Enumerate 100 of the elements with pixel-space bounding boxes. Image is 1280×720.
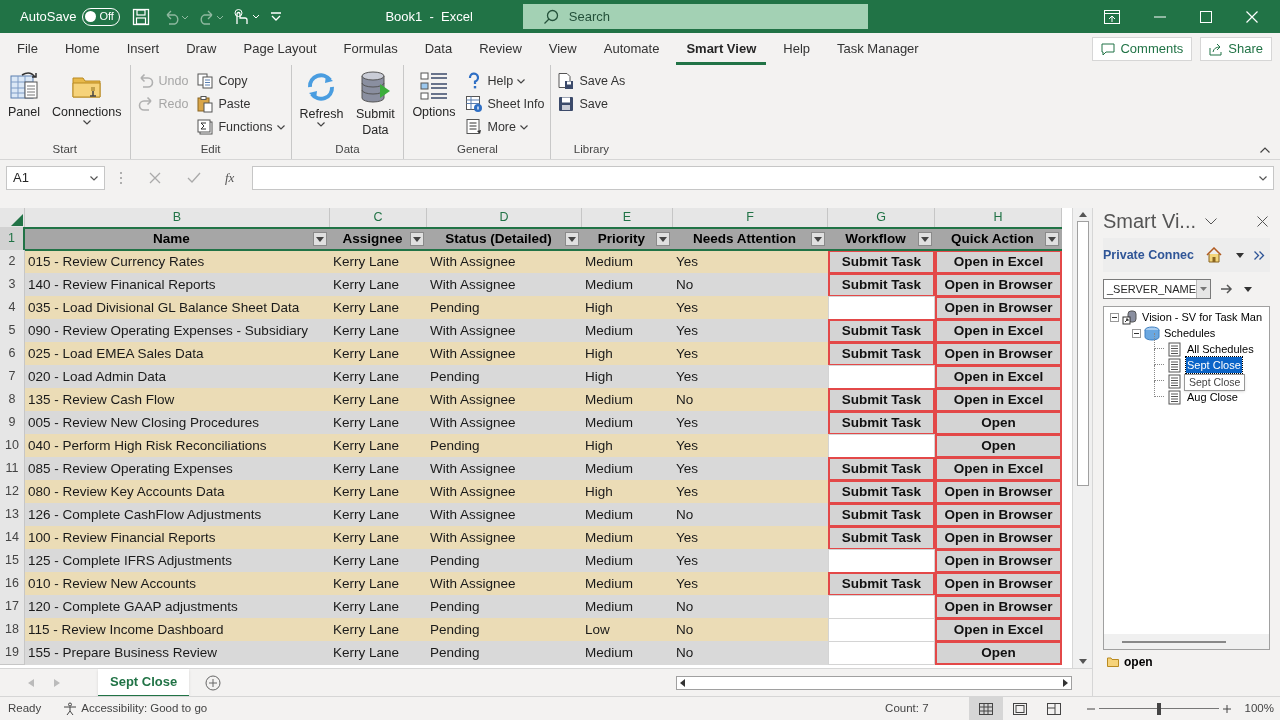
- chevron-down-icon[interactable]: [1205, 217, 1217, 225]
- action-cell[interactable]: Submit Task: [828, 388, 935, 413]
- column-header[interactable]: C: [330, 208, 427, 228]
- ribbon-tab[interactable]: Draw: [176, 33, 227, 65]
- collapse-ribbon-icon[interactable]: [1260, 147, 1270, 153]
- ribbon-button[interactable]: Submit Data: [351, 70, 400, 141]
- ribbon-tab[interactable]: Insert: [116, 33, 170, 65]
- ribbon-tab[interactable]: Smart View: [676, 33, 767, 65]
- zoom-in-icon[interactable]: [1222, 704, 1231, 713]
- check-icon[interactable]: [187, 172, 201, 184]
- ribbon-tab[interactable]: Page Layout: [233, 33, 327, 65]
- action-cell[interactable]: Open in Browser: [935, 549, 1062, 574]
- row-number[interactable]: 2: [0, 250, 25, 275]
- action-cell[interactable]: Submit Task: [828, 480, 935, 505]
- ribbon-button[interactable]: Copy: [194, 71, 287, 91]
- vertical-scrollbar[interactable]: [1072, 208, 1092, 668]
- action-cell[interactable]: Submit Task: [828, 250, 935, 275]
- collapse-icon[interactable]: [1110, 312, 1119, 322]
- filter-button[interactable]: [1045, 232, 1059, 246]
- add-sheet-icon[interactable]: [205, 674, 222, 691]
- action-cell[interactable]: Submit Task: [828, 572, 935, 597]
- row-number[interactable]: 18: [0, 618, 25, 643]
- action-cell[interactable]: Open in Excel: [935, 388, 1062, 413]
- zoom-level[interactable]: 100%: [1244, 699, 1274, 718]
- row-number[interactable]: 4: [0, 296, 25, 321]
- tree-item[interactable]: All Schedules: [1186, 340, 1255, 358]
- tree-item[interactable]: Vision - SV for Task Man: [1141, 308, 1264, 326]
- scrollbar-thumb[interactable]: [1076, 221, 1089, 486]
- column-header[interactable]: G: [828, 208, 935, 228]
- column-header[interactable]: E: [582, 208, 673, 228]
- share-button[interactable]: Share: [1200, 37, 1272, 61]
- ribbon-display-icon[interactable]: [1104, 9, 1120, 24]
- formula-input[interactable]: [252, 166, 1274, 190]
- row-number[interactable]: 8: [0, 388, 25, 413]
- action-cell[interactable]: Open: [935, 434, 1062, 459]
- action-cell[interactable]: Submit Task: [828, 273, 935, 298]
- column-header[interactable]: D: [427, 208, 582, 228]
- row-number[interactable]: 19: [0, 641, 25, 666]
- ribbon-tab[interactable]: Review: [469, 33, 532, 65]
- action-cell[interactable]: Open: [935, 641, 1062, 666]
- action-cell[interactable]: Open in Browser: [935, 595, 1062, 620]
- action-cell[interactable]: Submit Task: [828, 526, 935, 551]
- accessibility-button[interactable]: Accessibility: Good to go: [63, 699, 208, 718]
- action-cell[interactable]: Open in Excel: [935, 618, 1062, 643]
- column-header[interactable]: H: [935, 208, 1062, 228]
- row-number[interactable]: 12: [0, 480, 25, 505]
- server-field[interactable]: _SERVER_NAME: [1103, 279, 1211, 299]
- row-number[interactable]: 1: [0, 227, 25, 252]
- action-cell[interactable]: Open in Browser: [935, 273, 1062, 298]
- expand-icon[interactable]: [1254, 250, 1265, 260]
- horizontal-scrollbar[interactable]: [1104, 634, 1269, 649]
- action-cell[interactable]: Submit Task: [828, 319, 935, 344]
- close-icon[interactable]: [1257, 215, 1268, 227]
- ribbon-button[interactable]: Panel: [4, 70, 44, 141]
- action-cell[interactable]: Open in Browser: [935, 342, 1062, 367]
- redo-icon[interactable]: [198, 8, 225, 25]
- ribbon-button[interactable]: Help: [463, 71, 547, 91]
- filter-button[interactable]: [313, 232, 327, 246]
- dropdown-icon[interactable]: [1236, 252, 1244, 258]
- row-number[interactable]: 6: [0, 342, 25, 367]
- ribbon-button[interactable]: Paste: [194, 94, 287, 114]
- ribbon-button[interactable]: Refresh: [295, 70, 348, 141]
- action-cell[interactable]: Open in Browser: [935, 503, 1062, 528]
- ribbon-button[interactable]: More: [463, 117, 547, 137]
- action-cell[interactable]: Submit Task: [828, 411, 935, 436]
- ribbon-button[interactable]: Save: [555, 94, 628, 114]
- touch-mode-icon[interactable]: [232, 7, 261, 26]
- action-cell[interactable]: Submit Task: [828, 457, 935, 482]
- arrow-right-icon[interactable]: [1221, 284, 1233, 294]
- ribbon-tab[interactable]: Formulas: [333, 33, 408, 65]
- ribbon-tab[interactable]: Data: [414, 33, 463, 65]
- slider-thumb[interactable]: [1156, 702, 1161, 715]
- horizontal-scrollbar[interactable]: [676, 675, 1072, 690]
- row-number[interactable]: 9: [0, 411, 25, 436]
- row-number[interactable]: 14: [0, 526, 25, 551]
- action-cell[interactable]: Submit Task: [828, 342, 935, 367]
- collapse-icon[interactable]: [1132, 328, 1141, 338]
- sheet-tab[interactable]: Sept Close: [98, 668, 190, 697]
- row-number[interactable]: 11: [0, 457, 25, 482]
- action-cell[interactable]: Open in Browser: [935, 526, 1062, 551]
- column-header[interactable]: B: [25, 208, 330, 228]
- save-icon[interactable]: [132, 7, 151, 26]
- tree-item[interactable]: Aug Close: [1186, 388, 1239, 406]
- filter-button[interactable]: [918, 232, 932, 246]
- action-cell[interactable]: Submit Task: [828, 503, 935, 528]
- row-number[interactable]: 10: [0, 434, 25, 459]
- action-cell[interactable]: Open in Excel: [935, 250, 1062, 275]
- ribbon-tab[interactable]: Help: [773, 33, 820, 65]
- home-icon[interactable]: [1206, 247, 1222, 263]
- ribbon-button[interactable]: Sheet Info: [463, 94, 547, 114]
- row-number[interactable]: 13: [0, 503, 25, 528]
- tree-item[interactable]: Sept Close: [1186, 356, 1242, 374]
- ribbon-button[interactable]: Functions: [194, 117, 287, 137]
- filter-button[interactable]: [565, 232, 579, 246]
- action-cell[interactable]: Open in Excel: [935, 319, 1062, 344]
- filter-button[interactable]: [811, 232, 825, 246]
- ribbon-button[interactable]: Connections: [48, 70, 126, 141]
- row-number[interactable]: 7: [0, 365, 25, 390]
- insert-function-button[interactable]: fx: [225, 168, 235, 188]
- action-cell[interactable]: Open in Browser: [935, 572, 1062, 597]
